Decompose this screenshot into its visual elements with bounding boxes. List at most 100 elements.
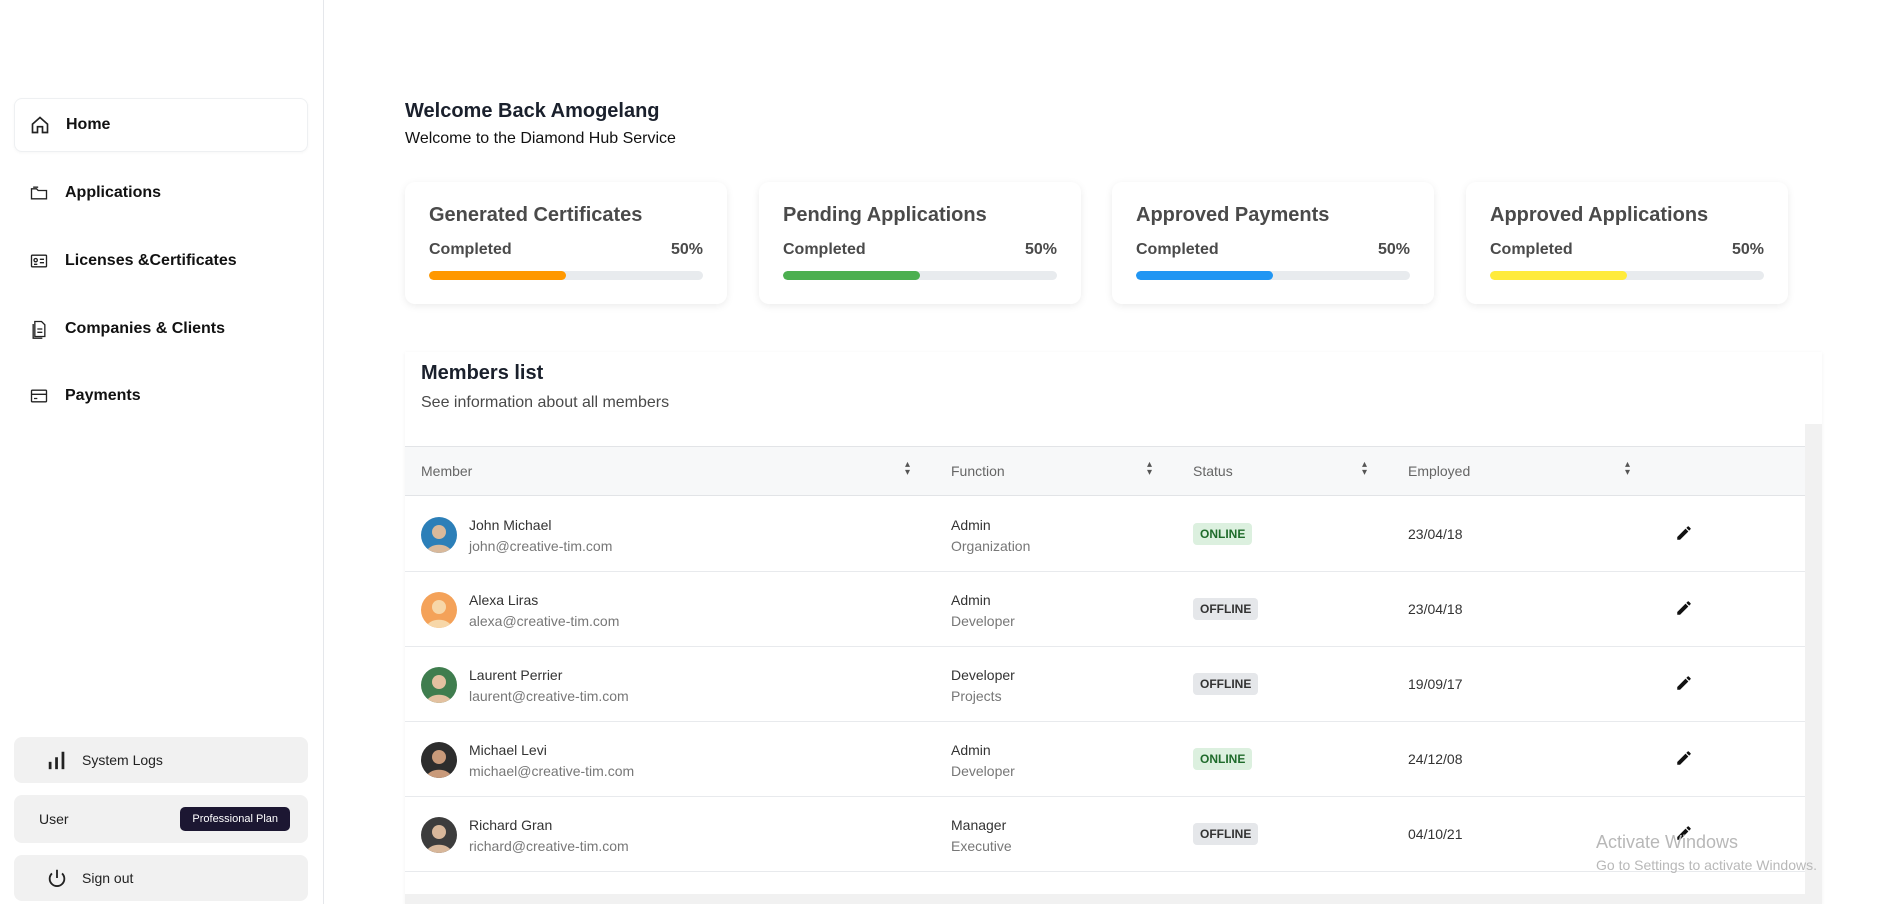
column-header-member[interactable]: Member [421,463,472,479]
sidebar-item-label: Home [66,116,111,133]
sign-out-label: Sign out [82,870,134,886]
card-status: Completed [783,241,866,258]
activate-windows-title: Activate Windows [1596,832,1739,852]
member-department: Organization [951,538,1031,554]
card-approved-applications: Approved Applications Completed 50% [1466,182,1788,304]
member-department: Projects [951,688,1002,704]
card-pending-applications: Pending Applications Completed 50% [759,182,1081,304]
system-logs-label: System Logs [82,752,163,768]
table-row: Laurent Perrier laurent@creative-tim.com… [405,647,1805,722]
member-function: Admin [951,517,991,533]
member-name: Richard Gran [469,817,553,833]
card-percent: 50% [1731,241,1764,258]
id-card-icon [28,250,50,272]
document-icon [28,318,50,340]
system-logs-button[interactable]: System Logs [14,737,308,783]
table-row: John Michael john@creative-tim.com Admin… [405,497,1805,572]
column-header-employed[interactable]: Employed [1408,463,1470,479]
card-title: Generated Certificates [429,204,643,226]
table-row: Alexa Liras alexa@creative-tim.com Admin… [405,572,1805,647]
edit-icon[interactable] [1675,674,1695,694]
avatar [421,517,457,553]
card-title: Approved Applications [1490,204,1709,226]
power-icon [46,867,68,889]
horizontal-scrollbar[interactable] [405,894,1805,904]
progress-fill [429,271,566,280]
employed-date: 19/09/17 [1408,676,1463,692]
card-percent: 50% [1377,241,1410,258]
sidebar-item-companies-clients[interactable]: Companies & Clients [14,302,308,356]
progress-bar [429,271,703,280]
member-department: Developer [951,613,1015,629]
column-header-status[interactable]: Status [1193,463,1233,479]
sidebar-item-label: Applications [65,184,162,201]
progress-fill [1490,271,1627,280]
welcome-subtitle: Welcome to the Diamond Hub Service [405,130,676,147]
column-header-function[interactable]: Function [951,463,1005,479]
member-name: Laurent Perrier [469,667,563,683]
welcome-title: Welcome Back Amogelang [405,100,660,122]
member-department: Executive [951,838,1012,854]
status-badge: OFFLINE [1193,673,1259,695]
sign-out-button[interactable]: Sign out [14,855,308,901]
employed-date: 23/04/18 [1408,526,1463,542]
sidebar-item-licenses-certificates[interactable]: Licenses &Certificates [14,234,308,288]
plan-badge[interactable]: Professional Plan [180,807,290,831]
employed-date: 23/04/18 [1408,601,1463,617]
progress-fill [783,271,920,280]
sidebar-item-label: Companies & Clients [65,320,226,337]
sidebar-item-payments[interactable]: Payments [14,369,308,423]
avatar [421,592,457,628]
member-function: Admin [951,592,991,608]
status-badge: OFFLINE [1193,823,1259,845]
table-row: Michael Levi michael@creative-tim.com Ad… [405,722,1805,797]
vertical-scrollbar[interactable] [1805,424,1822,904]
member-name: John Michael [469,517,552,533]
members-title: Members list [421,362,544,384]
sidebar-item-label: Payments [65,387,141,404]
member-email: john@creative-tim.com [469,538,613,554]
sort-icon[interactable]: ▴ ▾ [1625,460,1637,479]
card-percent: 50% [670,241,703,258]
status-badge: OFFLINE [1193,598,1259,620]
sort-icon[interactable]: ▴ ▾ [1147,460,1159,479]
card-icon [28,385,50,407]
sidebar-item-label: Licenses &Certificates [65,252,237,269]
card-title: Pending Applications [783,204,987,226]
activate-windows-subtitle: Go to Settings to activate Windows. [1596,857,1817,873]
employed-date: 24/12/08 [1408,751,1463,767]
sidebar: Home Applications Licenses &Certificates… [0,0,324,904]
card-status: Completed [429,241,512,258]
member-email: richard@creative-tim.com [469,838,629,854]
user-label: User [39,811,69,827]
member-function: Developer [951,667,1015,683]
sort-icon[interactable]: ▴ ▾ [1362,460,1374,479]
card-percent: 50% [1024,241,1057,258]
sidebar-item-applications[interactable]: Applications [14,166,308,220]
sidebar-item-home[interactable]: Home [14,98,308,152]
edit-icon[interactable] [1675,524,1695,544]
bar-chart-icon [46,749,68,771]
table-row: Richard Gran richard@creative-tim.com Ma… [405,797,1805,872]
employed-date: 04/10/21 [1408,826,1463,842]
member-name: Michael Levi [469,742,547,758]
member-email: alexa@creative-tim.com [469,613,620,629]
member-function: Manager [951,817,1007,833]
member-function: Admin [951,742,991,758]
members-list: Members list See information about all m… [405,352,1822,904]
member-email: laurent@creative-tim.com [469,688,629,704]
sort-icon[interactable]: ▴ ▾ [905,460,917,479]
progress-fill [1136,271,1273,280]
avatar [421,742,457,778]
progress-bar [1136,271,1410,280]
members-subtitle: See information about all members [421,394,670,411]
card-approved-payments: Approved Payments Completed 50% [1112,182,1434,304]
home-icon [29,114,51,136]
member-department: Developer [951,763,1015,779]
card-status: Completed [1490,241,1573,258]
avatar [421,667,457,703]
edit-icon[interactable] [1675,599,1695,619]
member-name: Alexa Liras [469,592,539,608]
progress-bar [1490,271,1764,280]
edit-icon[interactable] [1675,749,1695,769]
